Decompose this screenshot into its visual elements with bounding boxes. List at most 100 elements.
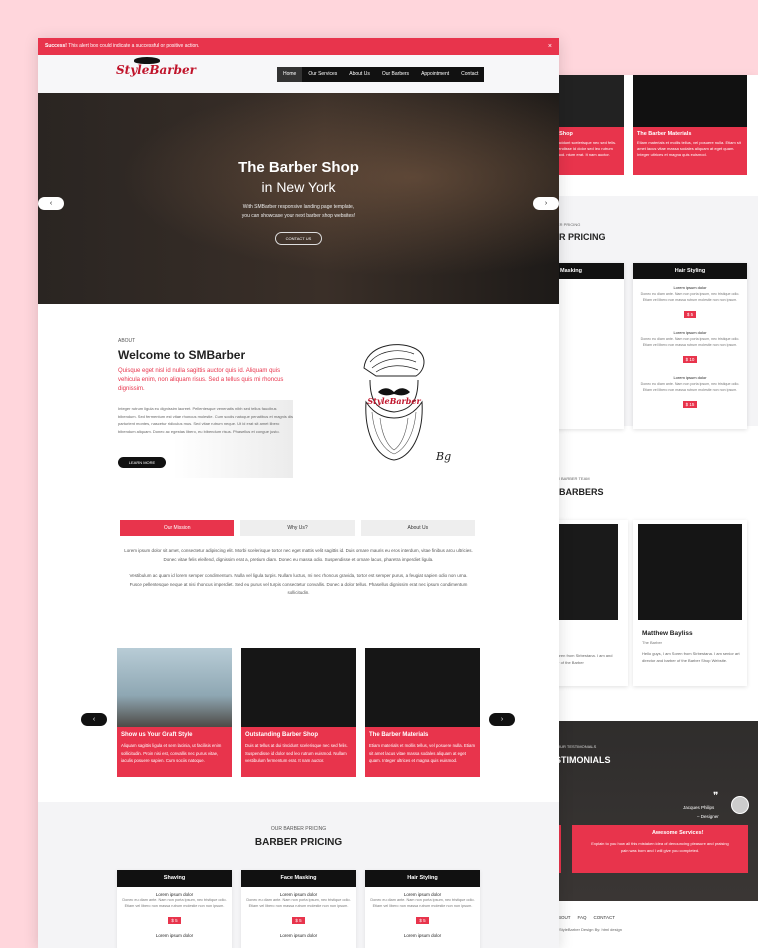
- back-price-item-name: Lorem ipsum dolor: [673, 330, 707, 335]
- about-label: ABOUT: [118, 338, 136, 344]
- back-price-card-title: Hair Styling: [633, 263, 747, 279]
- about-section: ABOUT Welcome to SMBarber Quisque eget n…: [38, 304, 559, 516]
- back-barber-card: Matthew Bayliss The Barber Hello guys, I…: [633, 520, 747, 686]
- service-card[interactable]: Show us Your Graft Style Aliquam sagittis…: [117, 648, 232, 777]
- back-price-card: Hair Styling Lorem ipsum dolor Donec eu …: [633, 263, 747, 429]
- nav-menu: Home Our Services About Us Our Barbers A…: [277, 67, 485, 82]
- services-prev-arrow-icon[interactable]: ‹: [81, 713, 107, 726]
- services-next-arrow-icon[interactable]: ›: [489, 713, 515, 726]
- about-heading: Welcome to SMBarber: [118, 348, 246, 362]
- price-item-desc: Etiam vel libero non massa rutrum molest…: [124, 904, 225, 908]
- brand-logo-text: StyleBarber: [116, 63, 196, 77]
- tab-paragraph: Vestibulum ac quam id lorem semper condi…: [129, 573, 468, 595]
- pricing-section: OUR BARBER PRICING BARBER PRICING Shavin…: [38, 802, 559, 948]
- hero-title: The Barber Shop: [238, 159, 359, 176]
- back-price-item-desc: Etiam vel libero non massa rutrum molest…: [642, 298, 738, 302]
- back-price-item-name: Lorem ipsum dolor: [673, 375, 707, 380]
- back-barber-role: The Barber: [642, 640, 663, 645]
- tab-about-us[interactable]: About Us: [360, 520, 475, 536]
- back-barber-name: Matthew Bayliss: [642, 630, 693, 637]
- navbar: StyleBarber Home Our Services About Us O…: [38, 55, 559, 93]
- price-item-name: Lorem ipsum dolor: [403, 933, 442, 938]
- testimonial-name: Jacques Philips: [683, 805, 715, 810]
- footer-link-faq[interactable]: FAQ: [578, 915, 587, 920]
- contact-us-button[interactable]: CONTACT US: [275, 232, 322, 245]
- back-price-tag: $ 10: [682, 356, 698, 363]
- about-body: Integer rutrum ligula eu dignissim laore…: [118, 406, 293, 434]
- testimonial-text: Explain to you how all this mistaken ide…: [591, 841, 729, 853]
- price-tag: $ 5: [168, 917, 181, 924]
- nav-item-about[interactable]: About Us: [343, 67, 376, 82]
- service-card-text: Etiam materials et mollis tellus, vel po…: [369, 743, 476, 763]
- back-price-tag: $ 15: [682, 401, 698, 408]
- footer-copyright: StyleBarber Design By: html design: [559, 927, 622, 932]
- hero-text-line: With SMBarber responsive landing page te…: [242, 204, 355, 210]
- illustration-logo-text: StyleBarber: [367, 396, 421, 406]
- hero-image: [38, 93, 559, 304]
- alert-close-icon[interactable]: ×: [548, 38, 552, 55]
- service-card[interactable]: Outstanding Barber Shop Duis at tellus at…: [241, 648, 356, 777]
- service-card[interactable]: The Barber Materials Etiam materials et m…: [365, 648, 480, 777]
- back-barber-text: Hello guys, I am Soren from Sirbestana. …: [642, 651, 740, 663]
- price-tag: $ 5: [292, 917, 305, 924]
- price-item-desc: Etiam vel libero non massa rutrum molest…: [372, 904, 473, 908]
- bearded-man-illustration: StyleBarber Bg: [363, 344, 451, 463]
- footer-link-contact[interactable]: CONTACT: [594, 915, 615, 920]
- alert-strong: Success!: [45, 43, 67, 49]
- pricing-sub: OUR BARBER PRICING: [270, 826, 327, 832]
- service-card-text: Aliquam sagittis ligula et sem lacinia, …: [121, 743, 222, 763]
- signature-text: Bg: [435, 450, 451, 463]
- hero-prev-arrow-icon[interactable]: ‹: [38, 197, 64, 210]
- nav-item-appointment[interactable]: Appointment: [415, 67, 455, 82]
- mustache-icon: [134, 57, 160, 64]
- service-card-image: [365, 648, 480, 727]
- testimonial-avatar: [731, 796, 749, 814]
- price-tag: $ 5: [416, 917, 429, 924]
- tab-why-us[interactable]: Why Us?: [240, 520, 355, 536]
- quote-icon: ❞: [713, 791, 719, 802]
- back-team-sub: R BARBER TEAM: [557, 476, 590, 481]
- back-card-text: Etiam materials et mollis tellus, vel po…: [637, 140, 741, 157]
- tab-row: Our Mission Why Us? About Us: [120, 520, 475, 536]
- tab-our-mission[interactable]: Our Mission: [120, 520, 235, 536]
- service-card-title: Show us Your Graft Style: [121, 732, 193, 738]
- alert-text: This alert box could indicate a successf…: [66, 43, 200, 49]
- testimonial-role: – Designer: [697, 814, 719, 819]
- tabs-section: Our Mission Why Us? About Us Lorem ipsum…: [38, 516, 559, 646]
- hero-next-arrow-icon[interactable]: ›: [533, 197, 559, 210]
- nav-item-contact[interactable]: Contact: [455, 67, 484, 82]
- nav-item-services[interactable]: Our Services: [302, 67, 343, 82]
- service-card-image: [117, 648, 232, 727]
- hero-slider: The Barber Shop in New York With SMBarbe…: [38, 93, 559, 304]
- back-pricing-heading: R PRICING: [559, 232, 606, 242]
- back-testimonials-sub: OUR TESTIMONIALS: [557, 744, 597, 749]
- back-price-tag: $ 5: [683, 311, 697, 318]
- hero-text: With SMBarber responsive landing page te…: [218, 203, 379, 221]
- service-card-title: Outstanding Barber Shop: [245, 732, 319, 738]
- nav-item-home[interactable]: Home: [277, 67, 303, 82]
- price-item-name: Lorem ipsum dolor: [155, 933, 194, 938]
- back-footer: ABOUT FAQ CONTACT StyleBarber Design By:…: [545, 901, 758, 948]
- back-card-title: ber Shop: [549, 131, 573, 137]
- learn-more-button[interactable]: LEARN MORE: [118, 457, 166, 468]
- price-item-name: Lorem ipsum dolor: [279, 933, 318, 938]
- back-team-heading: BARBERS: [559, 487, 604, 497]
- back-testimonials-section: OUR TESTIMONIALS ESTIMONIALS ❞ Jacques P…: [545, 721, 758, 901]
- price-card-title: Hair Styling: [365, 870, 480, 887]
- success-alert: Success! This alert box could indicate a…: [38, 38, 559, 55]
- brand-logo[interactable]: StyleBarber: [116, 57, 196, 77]
- back-card-image: [633, 75, 747, 127]
- service-card-text: Duis at tellus at dui tincidunt sceleris…: [245, 743, 348, 763]
- price-card-title: Shaving: [117, 870, 232, 887]
- service-card-title: The Barber Materials: [369, 732, 429, 738]
- nav-item-barbers[interactable]: Our Barbers: [376, 67, 415, 82]
- back-price-item-name: Lorem ipsum dolor: [673, 285, 707, 290]
- back-price-item-desc: Etiam vel libero non massa rutrum molest…: [642, 388, 738, 392]
- testimonial-title: Awesome Services!: [652, 830, 704, 836]
- background-page-preview: ber Shop dui tincidunt scelerisque nec se…: [545, 75, 758, 948]
- back-card-title: The Barber Materials: [637, 131, 692, 137]
- back-pricing-sub: ER PRICING: [557, 222, 581, 227]
- back-service-card: The Barber Materials Etiam materials et m…: [633, 127, 747, 175]
- services-carousel: ‹ › Show us Your Graft Style Aliquam sagi…: [38, 646, 559, 816]
- price-item-desc: Etiam vel libero non massa rutrum molest…: [248, 904, 349, 908]
